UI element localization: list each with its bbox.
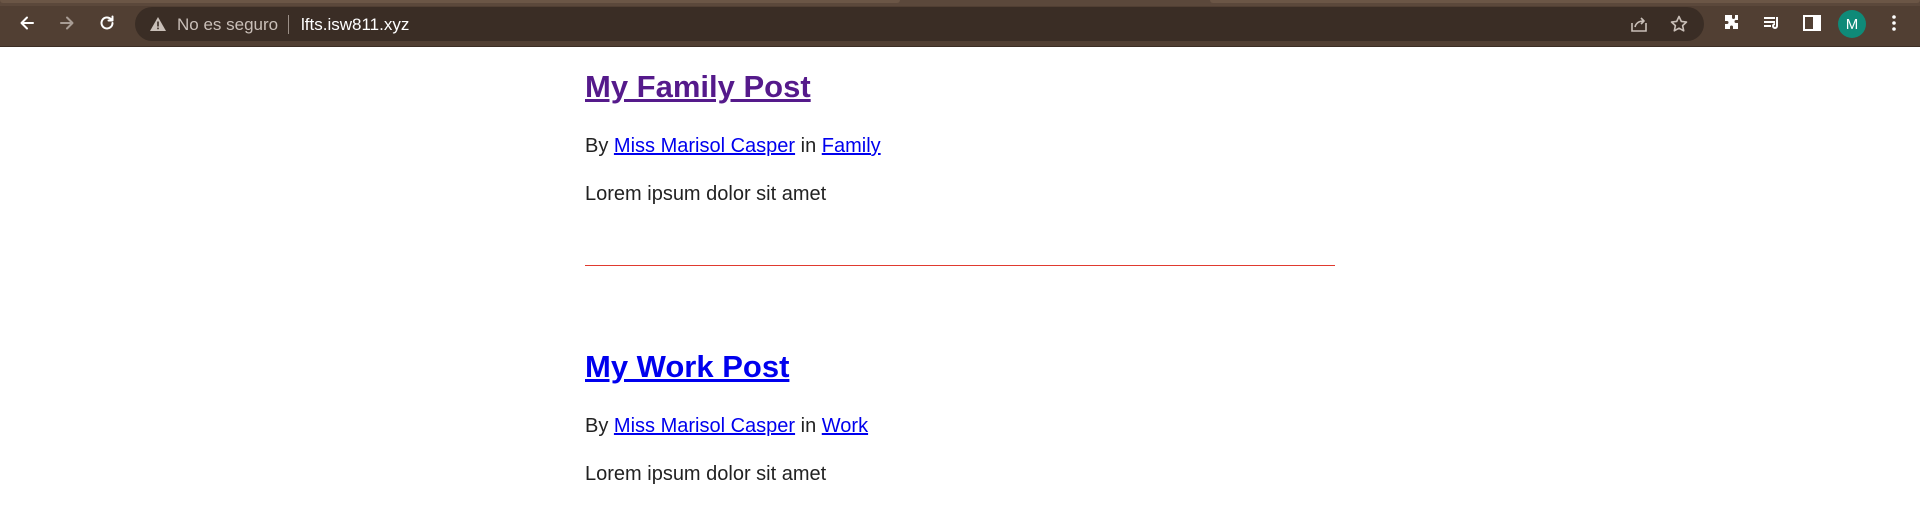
profile-avatar[interactable]: M (1838, 10, 1866, 38)
url-text[interactable]: lfts.isw811.xyz (301, 15, 409, 35)
post-divider (585, 265, 1335, 266)
reading-list-icon[interactable] (1761, 12, 1783, 34)
address-bar[interactable]: No es seguro lfts.isw811.xyz (135, 7, 1704, 41)
back-button[interactable] (13, 9, 41, 37)
forward-button[interactable] (53, 9, 81, 37)
in-label: in (800, 135, 817, 157)
author-link[interactable]: Miss Marisol Casper (614, 415, 795, 437)
share-icon[interactable] (1629, 14, 1649, 34)
post-title-link[interactable]: My Work Post (585, 349, 789, 384)
back-icon (20, 16, 34, 30)
warning-icon[interactable] (149, 15, 167, 33)
post-item: My Work Post (585, 349, 789, 385)
post-excerpt: Lorem ipsum dolor sit amet (585, 183, 827, 205)
post-title-link[interactable]: My Family Post (585, 69, 811, 104)
extensions-icon[interactable] (1721, 12, 1743, 34)
category-link[interactable]: Family (822, 135, 881, 157)
tab-strip (0, 0, 1920, 6)
by-label: By (585, 415, 609, 437)
reload-icon (100, 15, 114, 30)
in-label: in (800, 415, 817, 437)
category-link[interactable]: Work (822, 415, 868, 437)
omnibox-separator (288, 15, 289, 34)
post-excerpt: Lorem ipsum dolor sit amet (585, 463, 827, 485)
reload-button[interactable] (93, 9, 121, 37)
tab-strip-segment (1210, 0, 1920, 3)
author-link[interactable]: Miss Marisol Casper (614, 135, 795, 157)
security-status-label[interactable]: No es seguro (177, 15, 278, 35)
star-icon[interactable] (1669, 14, 1689, 34)
kebab-menu-icon[interactable] (1883, 12, 1905, 34)
post-byline: By Miss Marisol Casper in Work (585, 415, 868, 438)
forward-icon (60, 16, 74, 30)
post-title: My Family Post (585, 69, 811, 105)
side-panel-icon[interactable] (1801, 12, 1823, 34)
post-byline: By Miss Marisol Casper in Family (585, 135, 881, 158)
tab-strip-segment (0, 0, 900, 3)
post-title: My Work Post (585, 349, 789, 385)
by-label: By (585, 135, 609, 157)
post-item: My Family Post (585, 69, 811, 105)
browser-toolbar: No es seguro lfts.isw811.xyz M (0, 0, 1920, 47)
